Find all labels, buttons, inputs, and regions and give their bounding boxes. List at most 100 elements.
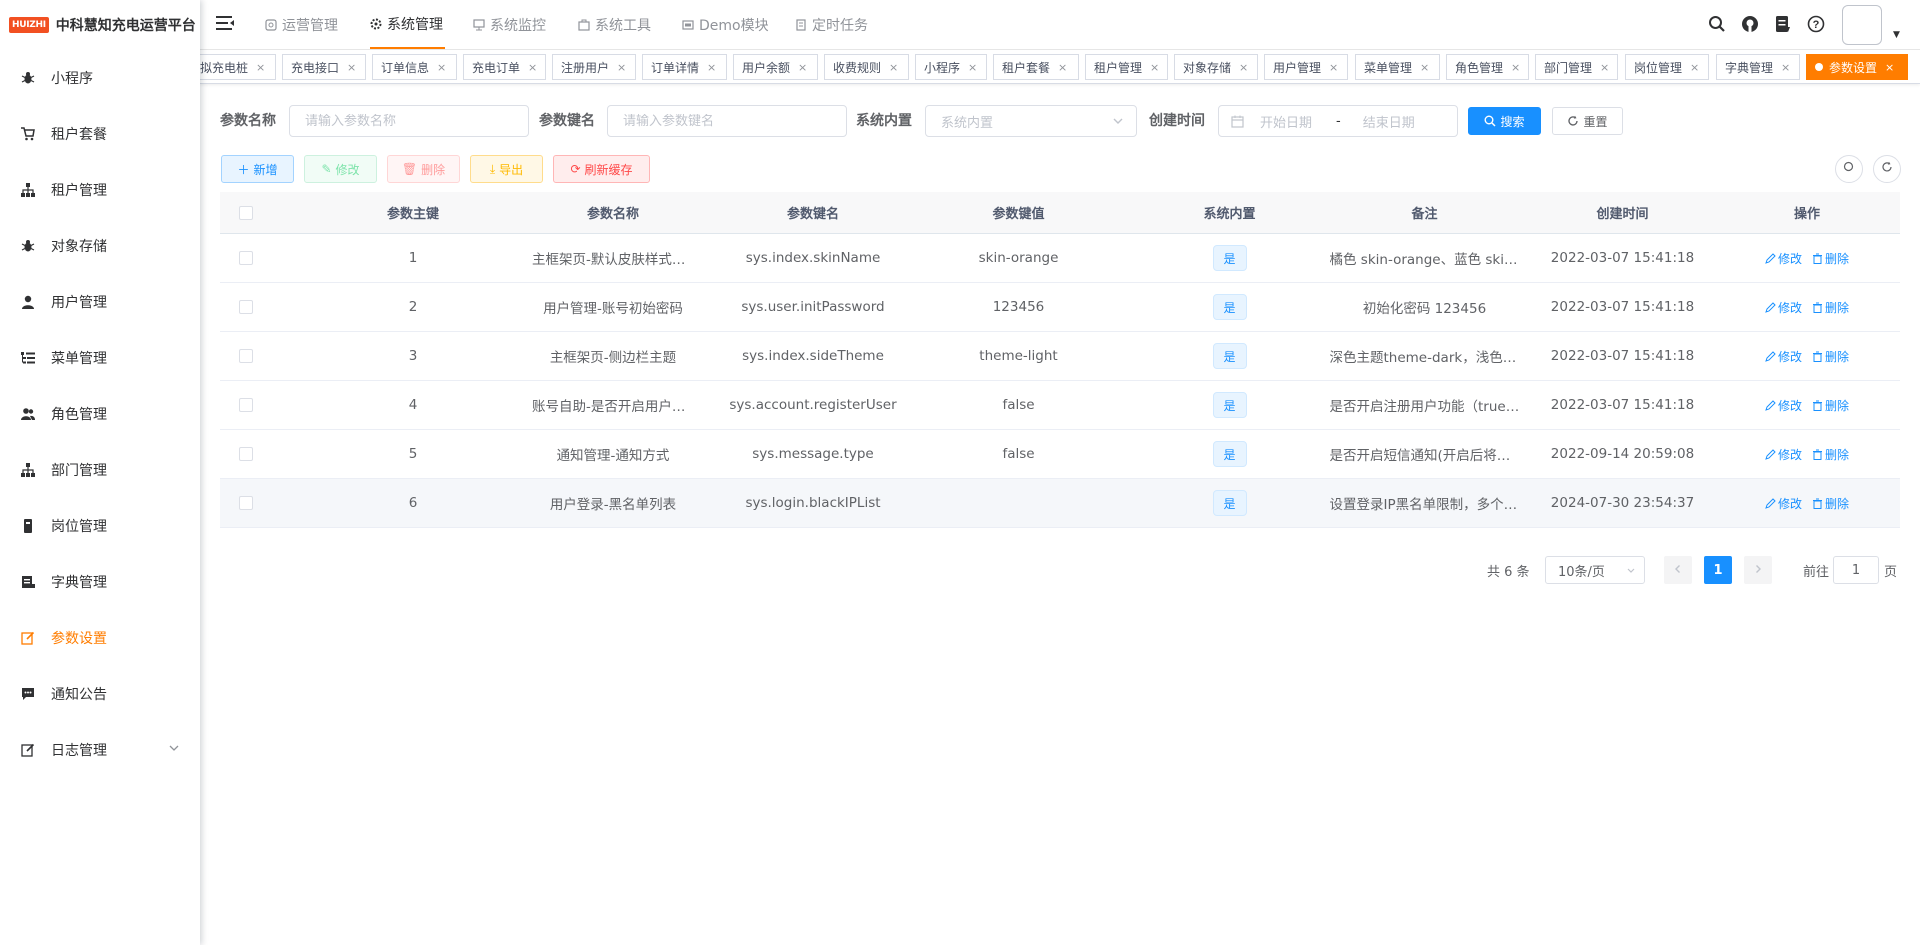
row-edit-button[interactable]: 修改 <box>1765 348 1802 365</box>
row-edit-button[interactable]: 修改 <box>1765 250 1802 267</box>
table-row[interactable]: 2 用户管理-账号初始密码 sys.user.initPassword 123456 是… <box>220 283 1900 332</box>
hamburger-icon[interactable] <box>216 15 236 35</box>
row-edit-button[interactable]: 修改 <box>1765 446 1802 463</box>
tag-7[interactable]: 收费规则 × <box>824 54 909 80</box>
close-icon[interactable]: × <box>889 61 898 74</box>
sidebar-item-10[interactable]: 参数设置 <box>0 610 200 666</box>
tag-10[interactable]: 租户管理 × <box>1085 54 1168 80</box>
config-name-input[interactable] <box>289 105 529 137</box>
github-icon[interactable] <box>1740 14 1760 34</box>
row-delete-button[interactable]: 删除 <box>1812 397 1849 414</box>
tag-0[interactable]: 拟充电桩 × <box>200 54 276 80</box>
sidebar-item-6[interactable]: 角色管理 <box>0 386 200 442</box>
top-tab-3[interactable]: 系统工具 <box>578 0 653 49</box>
top-tab-5[interactable]: 定时任务 <box>795 0 870 49</box>
caret-down-icon[interactable]: ▼ <box>1893 30 1900 40</box>
tag-12[interactable]: 用户管理 × <box>1264 54 1348 80</box>
page-size-select[interactable]: 10条/页 <box>1545 556 1645 584</box>
delete-button[interactable]: 🗑 删除 <box>387 155 460 183</box>
table-row[interactable]: 1 主框架页-默认皮肤样式名称 sys.index.skinName skin-ora… <box>220 234 1900 283</box>
search-icon[interactable] <box>1707 14 1727 34</box>
row-checkbox[interactable] <box>239 349 253 363</box>
sidebar-item-7[interactable]: 部门管理 <box>0 442 200 498</box>
row-checkbox[interactable] <box>239 300 253 314</box>
next-page-button[interactable] <box>1744 556 1772 584</box>
close-icon[interactable]: × <box>1885 61 1894 74</box>
tag-18[interactable]: 参数设置 × <box>1806 54 1908 80</box>
close-icon[interactable]: × <box>968 61 977 74</box>
tag-15[interactable]: 部门管理 × <box>1535 54 1618 80</box>
sidebar-item-11[interactable]: 通知公告 <box>0 666 200 722</box>
close-icon[interactable]: × <box>617 61 626 74</box>
sidebar-item-1[interactable]: 租户套餐 <box>0 106 200 162</box>
top-tab-0[interactable]: 运营管理 <box>265 0 341 49</box>
sidebar-item-3[interactable]: 对象存储 <box>0 218 200 274</box>
row-checkbox[interactable] <box>239 251 253 265</box>
close-icon[interactable]: × <box>347 61 356 74</box>
table-row[interactable]: 4 账号自助-是否开启用户注册功能 sys.account.registerUser… <box>220 381 1900 430</box>
row-delete-button[interactable]: 删除 <box>1812 495 1849 512</box>
close-icon[interactable]: × <box>1600 61 1609 74</box>
tag-9[interactable]: 租户套餐 × <box>993 54 1079 80</box>
sidebar-item-4[interactable]: 用户管理 <box>0 274 200 330</box>
config-key-field[interactable] <box>623 113 846 129</box>
select-all-checkbox[interactable] <box>239 205 253 220</box>
close-icon[interactable]: × <box>437 61 446 74</box>
add-button[interactable]: ＋新增 <box>221 155 294 183</box>
close-icon[interactable]: × <box>1239 61 1248 74</box>
tag-5[interactable]: 订单详情 × <box>642 54 727 80</box>
row-delete-button[interactable]: 删除 <box>1812 446 1849 463</box>
tag-16[interactable]: 岗位管理 × <box>1625 54 1709 80</box>
close-icon[interactable]: × <box>798 61 807 74</box>
config-key-input[interactable] <box>607 105 847 137</box>
refresh-cache-button[interactable]: ⟳ 刷新缓存 <box>553 155 650 183</box>
toggle-search-button[interactable] <box>1835 155 1863 183</box>
close-icon[interactable]: × <box>707 61 716 74</box>
search-button[interactable]: 搜索 <box>1468 107 1541 135</box>
tag-13[interactable]: 菜单管理 × <box>1355 54 1440 80</box>
close-icon[interactable]: × <box>1690 61 1699 74</box>
row-checkbox[interactable] <box>239 398 253 412</box>
close-icon[interactable]: × <box>1329 61 1338 74</box>
row-edit-button[interactable]: 修改 <box>1765 299 1802 316</box>
prev-page-button[interactable] <box>1664 556 1692 584</box>
row-delete-button[interactable]: 删除 <box>1812 250 1849 267</box>
close-icon[interactable]: × <box>1511 61 1520 74</box>
date-range-picker[interactable]: 开始日期 - 结束日期 <box>1218 105 1458 137</box>
edit-button[interactable]: ✎ 修改 <box>304 155 377 183</box>
sidebar-item-12[interactable]: 日志管理 <box>0 722 200 778</box>
export-button[interactable]: ⤓ 导出 <box>470 155 543 183</box>
row-delete-button[interactable]: 删除 <box>1812 299 1849 316</box>
tag-8[interactable]: 小程序 × <box>915 54 987 80</box>
logo[interactable]: HUIZHI 中科慧知充电运营平台 <box>0 0 200 50</box>
top-tab-2[interactable]: 系统监控 <box>473 0 548 49</box>
config-name-field[interactable] <box>305 113 528 129</box>
sidebar-item-9[interactable]: 字典管理 <box>0 554 200 610</box>
tag-3[interactable]: 充电订单 × <box>463 54 546 80</box>
refresh-table-button[interactable] <box>1873 155 1901 183</box>
close-icon[interactable]: × <box>1781 61 1790 74</box>
sidebar-item-8[interactable]: 岗位管理 <box>0 498 200 554</box>
tag-11[interactable]: 对象存储 × <box>1174 54 1258 80</box>
config-type-select[interactable]: 系统内置 <box>925 105 1137 137</box>
row-delete-button[interactable]: 删除 <box>1812 348 1849 365</box>
tag-2[interactable]: 订单信息 × <box>372 54 457 80</box>
sidebar-item-0[interactable]: 小程序 <box>0 50 200 106</box>
row-checkbox[interactable] <box>239 447 253 461</box>
tag-14[interactable]: 角色管理 × <box>1446 54 1529 80</box>
goto-page-input[interactable]: 1 <box>1833 556 1879 584</box>
row-checkbox[interactable] <box>239 496 253 510</box>
tag-4[interactable]: 注册用户 × <box>552 54 636 80</box>
tag-1[interactable]: 充电接口 × <box>282 54 366 80</box>
end-date-input[interactable]: 结束日期 <box>1363 112 1415 131</box>
row-edit-button[interactable]: 修改 <box>1765 397 1802 414</box>
table-row[interactable]: 5 通知管理-通知方式 sys.message.type false 是 是否开启短信通知… <box>220 430 1900 479</box>
question-icon[interactable]: ? <box>1806 14 1826 34</box>
reset-button[interactable]: 重置 <box>1552 107 1623 135</box>
page-1-button[interactable]: 1 <box>1704 556 1732 584</box>
table-row[interactable]: 6 用户登录-黑名单列表 sys.login.blackIPList 是 设置登录IP黑… <box>220 479 1900 528</box>
top-tab-4[interactable]: Demo模块 <box>682 0 769 49</box>
close-icon[interactable]: × <box>1058 61 1067 74</box>
close-icon[interactable]: × <box>528 61 537 74</box>
sidebar-item-5[interactable]: 菜单管理 <box>0 330 200 386</box>
